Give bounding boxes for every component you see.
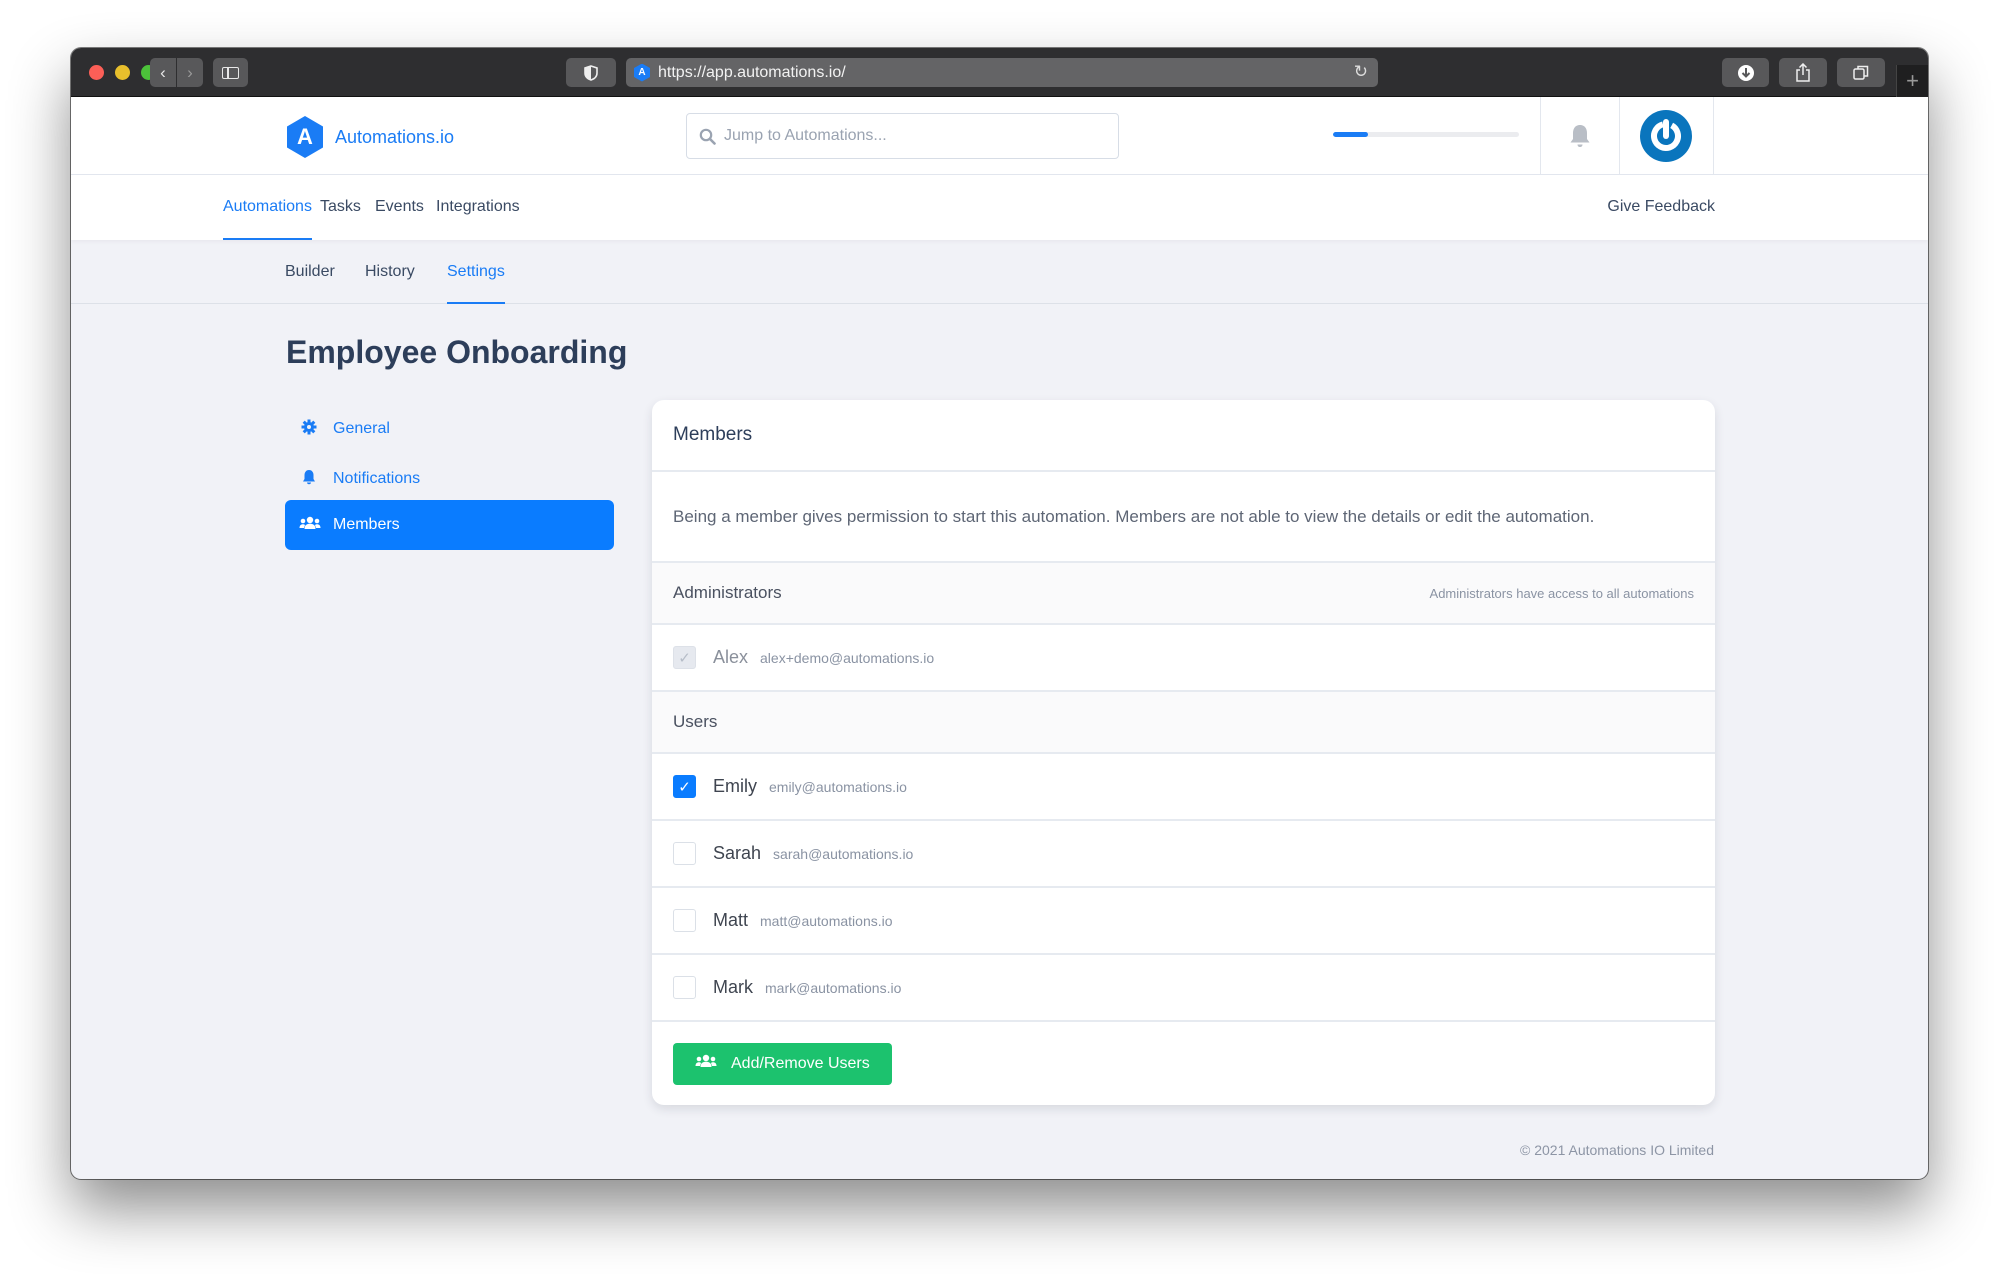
member-checkbox[interactable]	[673, 976, 696, 999]
side-menu-label: General	[333, 420, 390, 437]
member-name: Alex	[713, 647, 749, 667]
tabs-overview-button[interactable]	[1837, 58, 1885, 87]
url-text: https://app.automations.io/	[658, 63, 846, 81]
add-remove-users-button[interactable]: Add/Remove Users	[673, 1042, 892, 1085]
member-row: Matt matt@automations.io	[652, 888, 1715, 955]
card-description: Being a member gives permission to start…	[652, 472, 1715, 563]
member-row: ✓ Emily emily@automations.io	[652, 754, 1715, 821]
tab-history[interactable]: History	[365, 240, 415, 304]
administrators-section-header: Administrators Administrators have acces…	[652, 563, 1715, 625]
member-name: Mark	[713, 977, 753, 997]
member-checkbox[interactable]	[673, 842, 696, 865]
side-menu-general[interactable]: General	[285, 404, 614, 454]
app-logo[interactable]: A Automations.io	[287, 116, 454, 158]
shield-icon	[584, 64, 598, 81]
nav-automations[interactable]: Automations	[223, 175, 312, 240]
nav-tasks[interactable]: Tasks	[320, 175, 361, 240]
card-title: Members	[652, 400, 1715, 472]
search-input[interactable]	[724, 127, 1104, 145]
download-icon	[1737, 64, 1754, 81]
section-heading: Users	[673, 712, 718, 731]
section-heading: Administrators	[673, 583, 782, 602]
give-feedback-link[interactable]: Give Feedback	[1607, 175, 1715, 240]
sidebar-icon	[222, 66, 239, 79]
copyright-footer: © 2021 Automations IO Limited	[1520, 1142, 1714, 1158]
chevron-left-icon: ‹	[160, 62, 166, 82]
browser-toolbar: ‹ › A https://app.automations.io/ ↻ +	[71, 48, 1928, 97]
usage-progress-bar	[1333, 132, 1519, 137]
sub-nav: Builder History Settings	[71, 240, 1928, 304]
share-icon	[1796, 62, 1810, 82]
header-divider	[1713, 97, 1714, 175]
button-label: Add/Remove Users	[731, 1054, 870, 1072]
member-row: Mark mark@automations.io	[652, 955, 1715, 1022]
page-title: Employee Onboarding	[286, 334, 628, 370]
power-icon	[1651, 119, 1681, 151]
chevron-right-icon: ›	[187, 62, 193, 82]
minimize-window-button[interactable]	[115, 65, 130, 80]
member-row: Sarah sarah@automations.io	[652, 821, 1715, 888]
side-menu-members[interactable]: Members	[285, 500, 614, 550]
user-avatar[interactable]	[1640, 110, 1692, 162]
search-box[interactable]	[686, 113, 1119, 159]
brand-name: Automations.io	[335, 126, 455, 147]
main-nav: Automations Tasks Events Integrations Gi…	[71, 175, 1928, 240]
member-row: ✓ Alex alex+demo@automations.io	[652, 625, 1715, 692]
member-email: emily@automations.io	[769, 778, 907, 795]
new-tab-button[interactable]: +	[1896, 65, 1928, 97]
member-email: mark@automations.io	[765, 979, 902, 996]
side-menu-label: Notifications	[333, 470, 421, 487]
card-footer: Add/Remove Users	[652, 1022, 1715, 1105]
sidebar-toggle-button[interactable]	[213, 58, 248, 87]
bell-icon	[1570, 125, 1590, 147]
member-email: matt@automations.io	[760, 912, 893, 929]
member-checkbox[interactable]	[673, 909, 696, 932]
gear-icon	[299, 419, 319, 440]
members-card: Members Being a member gives permission …	[652, 400, 1715, 1105]
forward-button[interactable]: ›	[177, 58, 203, 87]
share-button[interactable]	[1779, 58, 1827, 87]
privacy-shield-button[interactable]	[566, 58, 616, 87]
side-menu-notifications[interactable]: Notifications	[285, 454, 614, 504]
reload-icon[interactable]: ↻	[1354, 62, 1368, 82]
users-section-header: Users	[652, 692, 1715, 754]
downloads-button[interactable]	[1722, 58, 1769, 87]
check-icon: ✓	[678, 778, 691, 796]
member-name: Sarah	[713, 843, 762, 863]
users-icon	[695, 1054, 717, 1073]
nav-integrations[interactable]: Integrations	[436, 175, 520, 240]
tab-builder[interactable]: Builder	[285, 240, 335, 304]
logo-icon: A	[287, 116, 323, 158]
progress-fill	[1333, 132, 1369, 137]
users-icon	[299, 516, 321, 535]
tab-settings[interactable]: Settings	[447, 240, 505, 304]
member-email: sarah@automations.io	[773, 845, 914, 862]
section-note: Administrators have access to all automa…	[1429, 585, 1694, 601]
browser-window: ‹ › A https://app.automations.io/ ↻ + A …	[71, 48, 1928, 1179]
member-name: Matt	[713, 910, 749, 930]
tabs-icon	[1853, 65, 1869, 80]
address-bar[interactable]: A https://app.automations.io/ ↻	[626, 58, 1378, 87]
header-divider	[1619, 97, 1620, 175]
search-icon	[699, 128, 716, 145]
app-header: A Automations.io	[71, 97, 1928, 175]
site-favicon: A	[634, 63, 650, 82]
side-menu-label: Members	[333, 516, 400, 533]
close-window-button[interactable]	[89, 65, 104, 80]
member-email: alex+demo@automations.io	[760, 649, 935, 666]
nav-events[interactable]: Events	[375, 175, 424, 240]
member-checkbox[interactable]: ✓	[673, 775, 696, 798]
bell-icon	[299, 469, 319, 490]
notifications-button[interactable]	[1541, 97, 1619, 175]
member-checkbox: ✓	[673, 646, 696, 669]
back-button[interactable]: ‹	[150, 58, 176, 87]
check-icon: ✓	[678, 649, 691, 667]
member-name: Emily	[713, 776, 757, 796]
